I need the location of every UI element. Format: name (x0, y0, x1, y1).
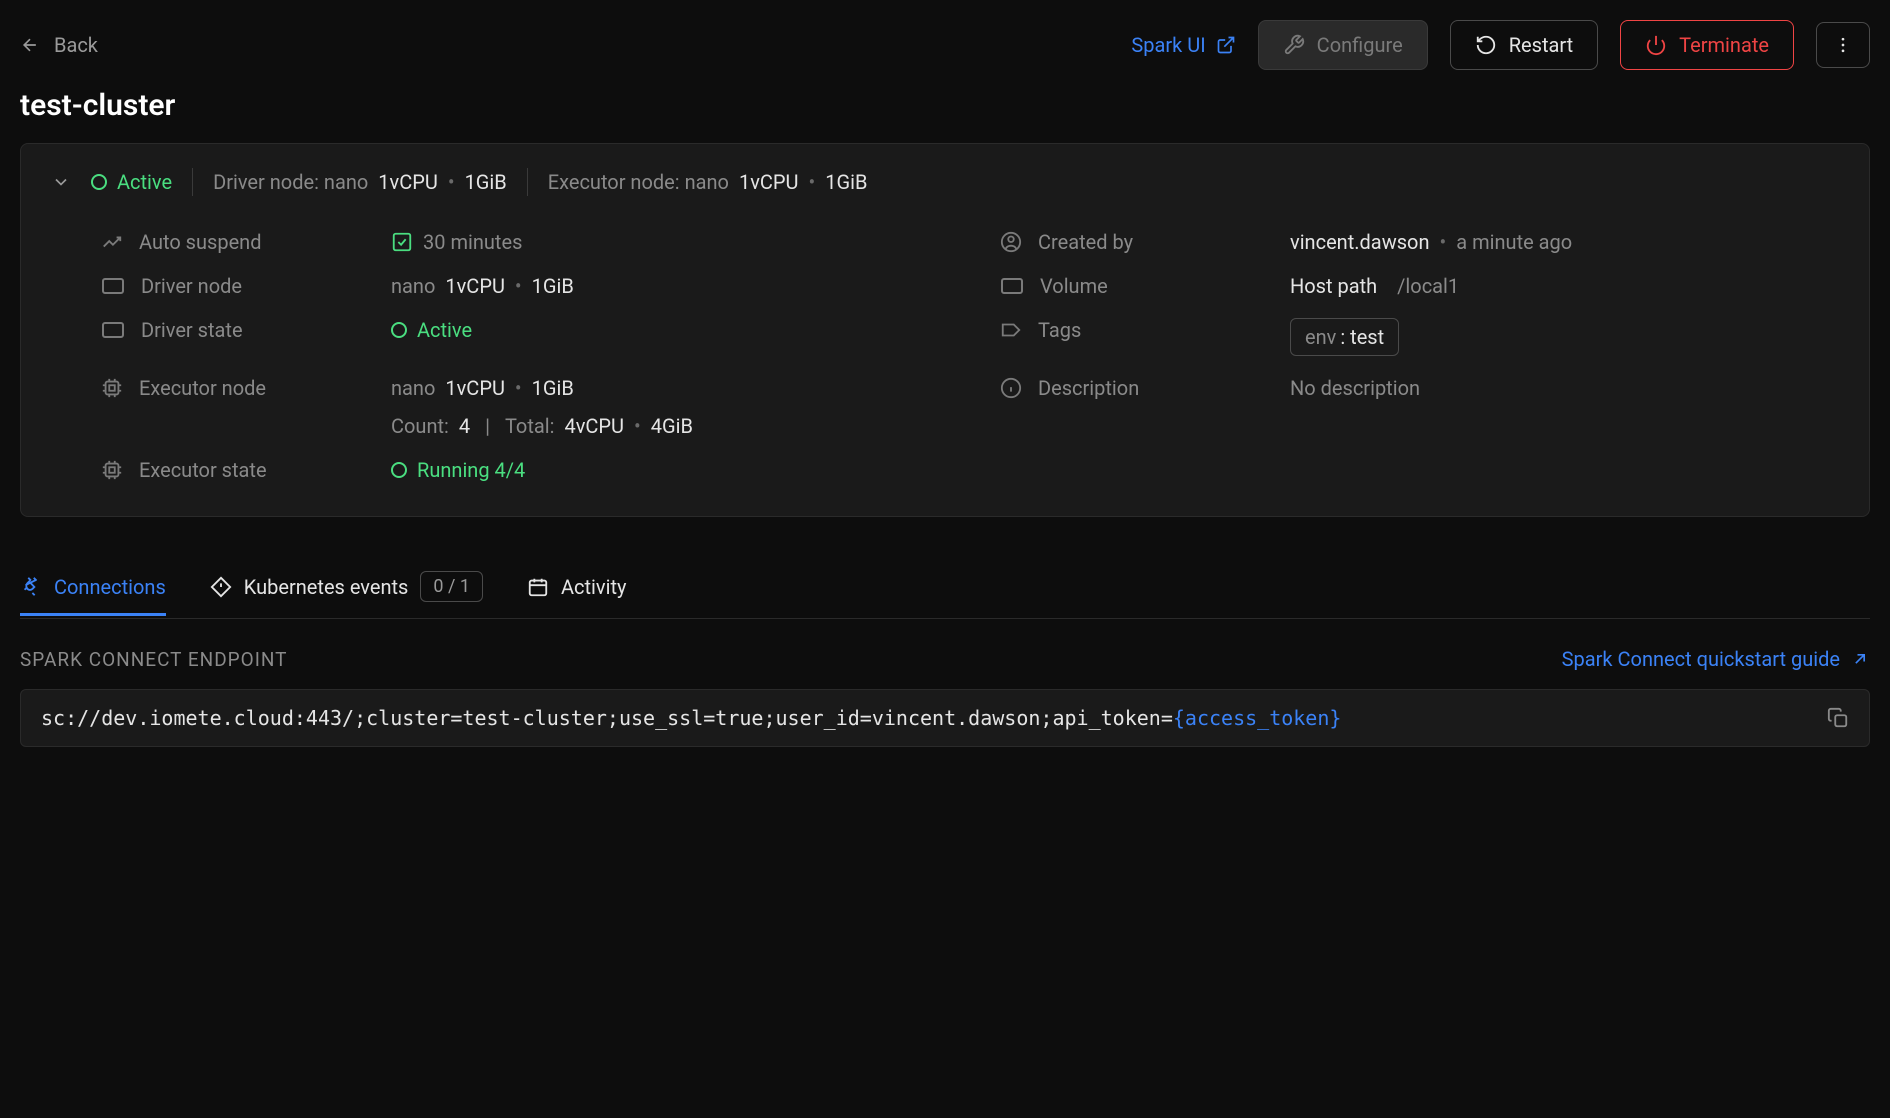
cluster-summary-panel: Active Driver node: nano 1vCPU • 1GiB Ex… (20, 143, 1870, 517)
configure-button: Configure (1258, 20, 1428, 70)
chevron-down-icon[interactable] (51, 172, 71, 192)
cpu-icon (101, 377, 123, 399)
rectangle-icon (1000, 277, 1024, 295)
spark-ui-link[interactable]: Spark UI (1131, 33, 1235, 57)
arrow-left-icon (20, 35, 40, 55)
description-row: Description No description (1000, 376, 1839, 438)
tab-activity[interactable]: Activity (527, 561, 626, 616)
endpoint-title: SPARK CONNECT ENDPOINT (20, 648, 288, 671)
power-icon (1645, 34, 1667, 56)
status-text: Active (117, 170, 172, 194)
cpu-icon (101, 459, 123, 481)
more-button[interactable] (1816, 22, 1870, 68)
spark-ui-label: Spark UI (1131, 33, 1205, 57)
events-count-badge: 0 / 1 (420, 571, 483, 602)
created-by-row: Created by vincent.dawson • a minute ago (1000, 230, 1839, 254)
tabs: Connections Kubernetes events 0 / 1 Acti… (20, 557, 1870, 619)
page-title: test-cluster (20, 88, 1870, 123)
tags-row: Tags env : test (1000, 318, 1839, 356)
status-dot-icon (391, 462, 407, 478)
configure-label: Configure (1317, 33, 1403, 57)
endpoint-box: sc://dev.iomete.cloud:443/;cluster=test-… (20, 689, 1870, 747)
calendar-icon (527, 576, 549, 598)
plug-icon (20, 576, 42, 598)
external-link-icon (1216, 35, 1236, 55)
external-link-icon (1850, 649, 1870, 669)
quickstart-guide-link[interactable]: Spark Connect quickstart guide (1562, 647, 1870, 671)
executor-state-row: Executor state Running 4/4 (101, 458, 940, 482)
arrow-bounce-icon (101, 231, 123, 253)
divider (192, 168, 193, 196)
driver-summary: Driver node: nano 1vCPU • 1GiB (213, 170, 507, 194)
status-badge: Active (91, 170, 172, 194)
restart-label: Restart (1509, 33, 1573, 57)
driver-state-row: Driver state Active (101, 318, 940, 356)
restart-icon (1475, 34, 1497, 56)
executor-node-row: Executor node nano 1vCPU • 1GiB Count: 4… (101, 376, 940, 438)
copy-icon[interactable] (1827, 707, 1849, 729)
driver-node-row: Driver node nano 1vCPU • 1GiB (101, 274, 940, 298)
tag-chip: env : test (1290, 318, 1399, 356)
auto-suspend-row: Auto suspend 30 minutes (101, 230, 940, 254)
terminate-label: Terminate (1679, 33, 1769, 57)
executor-summary: Executor node: nano 1vCPU • 1GiB (548, 170, 868, 194)
alert-icon (210, 576, 232, 598)
wrench-icon (1283, 34, 1305, 56)
rectangle-icon (101, 321, 125, 339)
user-icon (1000, 231, 1022, 253)
endpoint-value: sc://dev.iomete.cloud:443/;cluster=test-… (41, 706, 1341, 730)
status-dot-icon (91, 174, 107, 190)
tab-connections[interactable]: Connections (20, 561, 166, 616)
rectangle-icon (101, 277, 125, 295)
divider (527, 168, 528, 196)
back-button[interactable]: Back (20, 33, 98, 57)
volume-row: Volume Host path /local1 (1000, 274, 1839, 298)
back-label: Back (54, 33, 98, 57)
tab-kubernetes-events[interactable]: Kubernetes events 0 / 1 (210, 557, 483, 619)
restart-button[interactable]: Restart (1450, 20, 1598, 70)
info-icon (1000, 377, 1022, 399)
tag-icon (1000, 319, 1022, 341)
check-square-icon (391, 231, 413, 253)
terminate-button[interactable]: Terminate (1620, 20, 1794, 70)
status-dot-icon (391, 322, 407, 338)
more-vertical-icon (1833, 35, 1853, 55)
